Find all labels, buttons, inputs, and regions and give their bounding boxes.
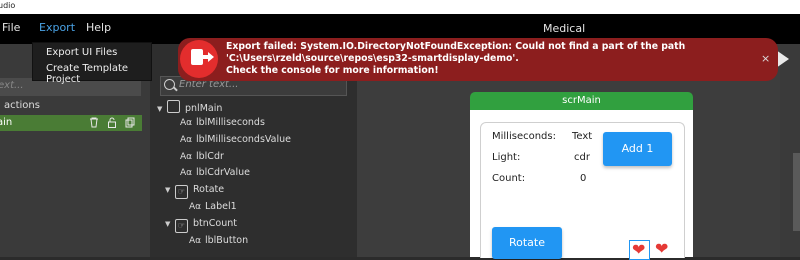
tree-item-rotate[interactable]: ▼ ☞ Rotate — [165, 184, 224, 200]
light-value: cdr — [574, 152, 590, 163]
lock-icon[interactable] — [107, 117, 117, 128]
expand-down-icon[interactable]: ▼ — [157, 105, 167, 113]
screen-header: scrMain — [470, 92, 693, 110]
error-toast[interactable]: Export failed: System.IO.DirectoryNotFou… — [178, 38, 778, 81]
menu-export[interactable]: Export — [39, 21, 75, 34]
button-icon: ☞ — [175, 185, 188, 199]
title-bar: udio — [0, 0, 800, 14]
label-icon: Aα — [180, 152, 193, 162]
panel-icon — [167, 100, 180, 113]
screen-name: scrMain — [562, 95, 601, 106]
button-icon: ☞ — [175, 219, 188, 233]
light-label: Light: — [492, 152, 521, 163]
menu-export-ui-files[interactable]: Export UI Files — [46, 47, 117, 58]
export-dropdown: Export UI Files Create Template Project — [32, 42, 152, 85]
tree-item-btncount[interactable]: ▼ ☞ btnCount — [165, 218, 237, 234]
milliseconds-label: Milliseconds: — [492, 131, 556, 142]
menu-file[interactable]: File — [2, 21, 20, 34]
tree-item-label[interactable]: Aα lblCdrValue — [180, 167, 250, 183]
heart-icon: ❤ — [655, 239, 669, 258]
canvas-scrollbar[interactable] — [793, 153, 800, 231]
export-error-icon — [180, 40, 218, 78]
project-title: Medical — [543, 22, 586, 35]
heart-icon: ❤ — [632, 240, 646, 259]
menu-create-template-project[interactable]: Create Template Project — [46, 63, 151, 85]
label-icon: Aα — [180, 135, 193, 145]
expand-down-icon[interactable]: ▼ — [165, 220, 175, 228]
toast-message-line3: Check the console for more information! — [226, 65, 439, 76]
rotate-button[interactable]: Rotate — [492, 227, 562, 259]
toast-message-line2: 'C:\Users\rzeld\source\repos\esp32-smart… — [226, 53, 519, 64]
label-icon: Aα — [180, 168, 193, 178]
heart-icon-selected[interactable]: ❤ — [629, 240, 650, 260]
tree-item-pnlmain[interactable]: ▼ pnlMain — [157, 100, 222, 116]
close-icon[interactable]: × — [761, 52, 770, 65]
toast-message-line1: Export failed: System.IO.DirectoryNotFou… — [226, 41, 686, 52]
actions-label: l actions — [0, 100, 40, 111]
duplicate-icon[interactable] — [125, 117, 135, 128]
screens-search-placeholder: ext... — [0, 80, 24, 91]
tree-item-label[interactable]: Aα lblButton — [189, 235, 248, 251]
screen-row-label: ain — [0, 117, 13, 128]
label-icon: Aα — [180, 118, 193, 128]
tree-item-label[interactable]: Aα lblMillisecondsValue — [180, 134, 291, 150]
count-value: 0 — [580, 173, 587, 184]
tree-item-label[interactable]: Aα lblCdr — [180, 151, 224, 167]
heart-image[interactable]: ❤ — [653, 240, 672, 258]
menu-help[interactable]: Help — [86, 21, 111, 34]
count-label: Count: — [492, 173, 526, 184]
tree-item-label[interactable]: Aα lblMilliseconds — [180, 117, 265, 133]
screen-row-main[interactable]: ain — [0, 115, 142, 131]
milliseconds-value: Text — [572, 131, 593, 142]
expand-down-icon[interactable]: ▼ — [165, 186, 175, 194]
search-icon — [164, 79, 175, 90]
label-icon: Aα — [189, 236, 202, 246]
app-title: udio — [0, 1, 16, 10]
label-icon: Aα — [189, 202, 202, 212]
add-button[interactable]: Add 1 — [603, 132, 672, 166]
tree-item-label[interactable]: Aα Label1 — [189, 201, 237, 217]
trash-icon[interactable] — [89, 117, 99, 128]
